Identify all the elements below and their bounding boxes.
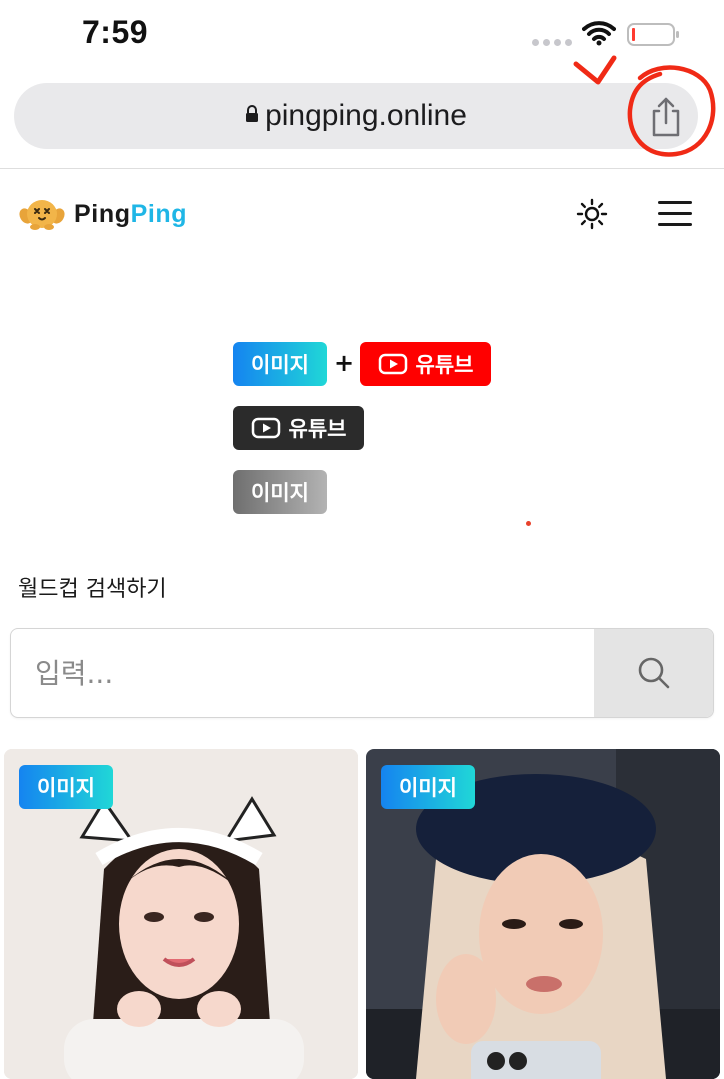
youtube-icon	[251, 417, 280, 439]
red-dot	[526, 521, 531, 526]
signal-dots-icon	[532, 39, 572, 46]
card-image-badge: 이미지	[19, 765, 113, 809]
menu-icon[interactable]	[658, 199, 694, 229]
address-bar[interactable]: pingping.online	[14, 83, 698, 149]
card-image-badge: 이미지	[381, 765, 475, 809]
legend-youtube-only-badge: 유튜브	[233, 406, 364, 450]
lock-icon	[246, 105, 259, 123]
status-time: 7:59	[82, 14, 149, 50]
search-icon	[638, 657, 669, 689]
legend-youtube-badge: 유튜브	[360, 342, 491, 386]
wifi-icon	[582, 21, 616, 46]
url-text: pingping.online	[265, 99, 467, 132]
legend-plus: +	[334, 349, 355, 377]
status-bar: 7:59	[0, 0, 724, 70]
youtube-icon	[378, 353, 407, 375]
site-logo[interactable]: PingPing	[18, 196, 187, 232]
search-box	[10, 628, 714, 718]
mascot-logo-icon	[19, 200, 65, 230]
sun-icon[interactable]	[576, 198, 608, 230]
search-input[interactable]	[11, 629, 593, 717]
divider	[0, 168, 724, 169]
battery-icon	[627, 23, 679, 46]
search-button[interactable]	[594, 629, 713, 717]
legend-image-badge: 이미지	[233, 342, 327, 386]
search-title: 월드컵 검색하기	[18, 577, 167, 602]
worldcup-card[interactable]: 이미지	[4, 749, 358, 1079]
legend-image-only-badge: 이미지	[233, 470, 327, 514]
logo-text: PingPing	[74, 199, 188, 228]
share-icon	[652, 97, 680, 137]
worldcup-card[interactable]: 이미지	[366, 749, 720, 1079]
share-button[interactable]	[640, 94, 692, 142]
